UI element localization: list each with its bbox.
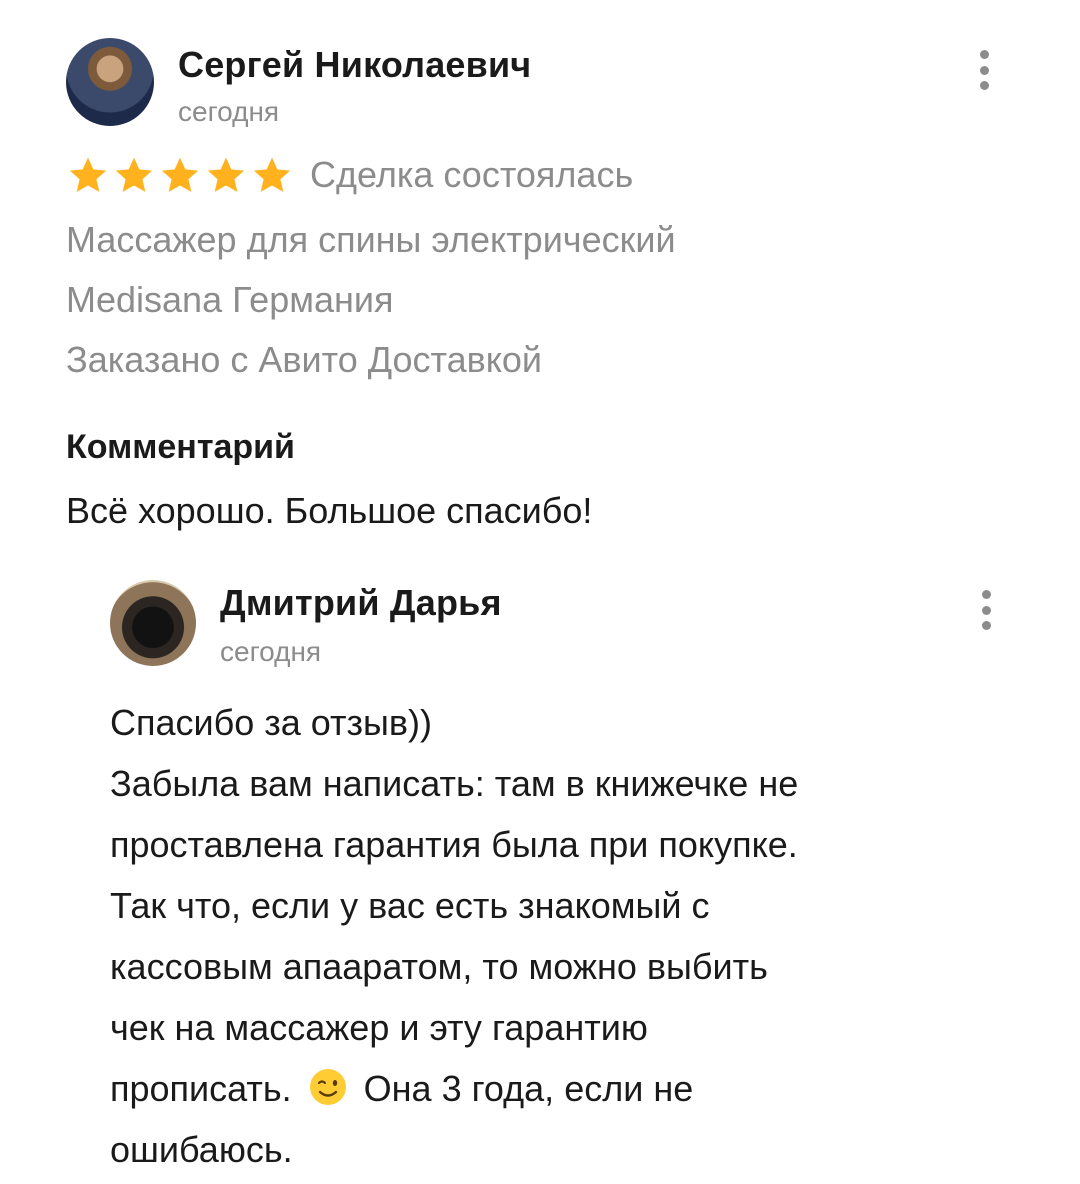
more-vertical-icon[interactable] <box>978 50 990 90</box>
product-title[interactable]: Массажер для спины электрический <box>66 210 966 270</box>
product-brand[interactable]: Medisana Германия <box>66 270 966 330</box>
star-icon <box>161 157 199 192</box>
product-info: Массажер для спины электрический Medisan… <box>66 210 966 390</box>
reply-line: чек на массажер и эту гарантию <box>110 1007 648 1048</box>
reply-line: Забыла вам написать: там в книжечке не <box>110 763 799 804</box>
reply-header: Дмитрий Дарья сегодня <box>110 580 1026 680</box>
comment-title: Комментарий <box>66 428 295 466</box>
reviewer-name[interactable]: Сергей Николаевич <box>178 44 531 86</box>
wink-emoji-icon <box>309 1069 346 1105</box>
star-icon <box>207 157 245 192</box>
rating-row: Сделка состоялась <box>66 152 633 198</box>
star-icon <box>69 157 107 192</box>
reply-line: Спасибо за отзыв)) <box>110 702 432 743</box>
reply-text: Спасибо за отзыв)) Забыла вам написать: … <box>110 692 990 1180</box>
reply-line-part: прописать. <box>110 1068 292 1109</box>
more-vertical-icon[interactable] <box>980 590 992 630</box>
seller-avatar[interactable] <box>110 580 196 666</box>
reply-line: Так что, если у вас есть знакомый с <box>110 885 710 926</box>
deal-status: Сделка состоялась <box>310 154 634 195</box>
comment-text: Всё хорошо. Большое спасибо! <box>66 490 593 531</box>
delivery-method: Заказано с Авито Доставкой <box>66 339 543 380</box>
star-icon <box>253 157 291 192</box>
reply-line-part: Она 3 года, если не <box>363 1068 694 1109</box>
reply-date: сегодня <box>220 636 322 667</box>
seller-name[interactable]: Дмитрий Дарья <box>220 582 502 624</box>
star-icon <box>115 157 153 192</box>
reply-line: прописать. Она 3 года, если не <box>110 1058 990 1119</box>
review-header: Сергей Николаевич сегодня <box>66 38 1026 138</box>
reply-line: ошибаюсь. <box>110 1129 293 1170</box>
review-date: сегодня <box>178 96 280 127</box>
review-card: Сергей Николаевич сегодня Сделка состоял… <box>66 38 1026 531</box>
reviewer-avatar[interactable] <box>66 38 154 126</box>
seller-reply: Дмитрий Дарья сегодня Спасибо за отзыв))… <box>110 580 1026 1170</box>
star-rating <box>66 153 294 197</box>
reply-line: проставлена гарантия была при покупке. <box>110 824 798 865</box>
reply-line: кассовым апааратом, то можно выбить <box>110 946 768 987</box>
